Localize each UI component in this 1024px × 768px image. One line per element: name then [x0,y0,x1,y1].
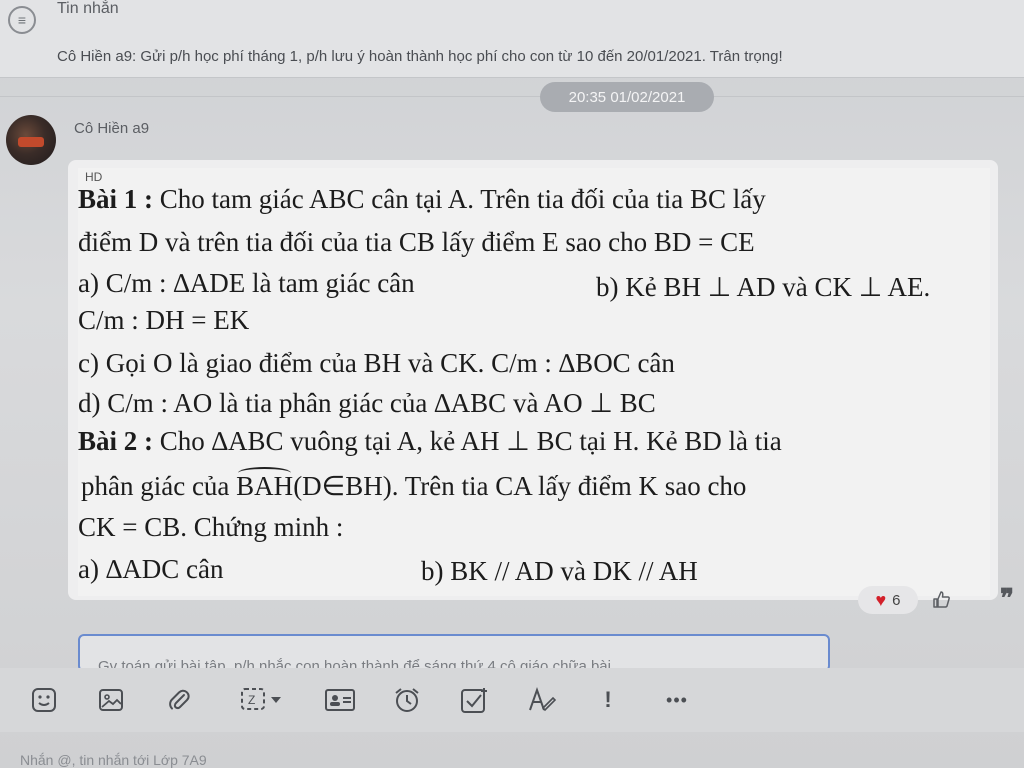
exercise-line: CK = CB. Chứng minh : [78,512,344,542]
screenshot-button[interactable]: Z [232,686,290,714]
hd-label: HD [85,170,103,184]
exercise-line: a) ∆ADC cân [78,554,224,584]
image-icon [99,689,123,711]
sender-name: Cô Hiền a9 [74,120,150,137]
heart-icon: ♥ [875,589,887,610]
chevron-down-icon [271,697,281,703]
exercise-line: phân giác của BAH(D∈BH). Trên tia CA lấy… [81,467,747,501]
exercise-line: b) Kẻ BH ⊥ AD và CK ⊥ AE. [596,272,931,302]
alarm-clock-icon [395,688,419,712]
urgent-button[interactable]: ! [600,686,616,714]
reaction-count: 6 [892,591,901,609]
exercise-text: phân giác của [81,471,237,501]
contact-card-icon [325,689,355,711]
message-image[interactable]: HD Bài 1 : Cho tam giác ABC cân tại A. T… [78,168,990,596]
pinned-message-icon: ≡ [8,6,36,34]
exercise-line: b) BK // AD và DK // AH [421,556,698,586]
exercise-line: a) C/m : ∆ADE là tam giác cân [78,268,415,298]
exercise-line: d) C/m : AO là tia phân giác của ∆ABC và… [78,388,656,418]
screenshot-icon: Z [241,688,265,710]
reply-quote-button[interactable]: ❞ [1000,586,1014,612]
exercise-line: điểm D và trên tia đối của tia CB lấy đi… [78,227,755,257]
time-divider [0,96,1024,97]
exercise-heading: Bài 1 : [78,184,154,214]
sticker-button[interactable] [30,686,58,714]
composer-toolbar [0,668,1024,732]
reminder-button[interactable] [393,686,421,714]
sticker-icon [32,688,56,712]
contact-card-button[interactable] [323,686,357,714]
task-button[interactable] [460,686,490,714]
exercise-line: c) Gọi O là giao điểm của BH và CK. C/m … [78,348,675,378]
exercise-text: Cho ∆ABC vuông tại A, kẻ AH ⊥ BC tại H. … [153,426,782,456]
message-input[interactable]: Gv toán gửi bài tập, p/h nhắc con hoàn t… [78,634,830,672]
attach-button[interactable] [165,686,193,714]
exercise-text: Cho tam giác ABC cân tại A. Trên tia đối… [153,184,766,214]
exercise-text: (D∈BH). Trên tia CA lấy điểm K sao cho [293,471,747,501]
text-format-button[interactable] [527,686,557,714]
pinned-message-banner[interactable]: ≡ Tin nhắn Cô Hiền a9: Gửi p/h học phí t… [0,0,1024,78]
exercise-line: Bài 2 : Cho ∆ABC vuông tại A, kẻ AH ⊥ BC… [78,428,782,455]
like-button[interactable] [928,586,956,614]
thumbs-up-icon [933,591,950,608]
sender-avatar[interactable] [6,115,56,165]
text-format-icon [529,686,557,712]
footer-hint: Nhắn @, tin nhắn tới Lớp 7A9 [20,752,207,768]
exercise-heading: Bài 2 : [78,426,154,456]
angle-notation: BAH [236,467,294,501]
exercise-line: Bài 1 : Cho tam giác ABC cân tại A. Trên… [78,186,766,213]
more-options-button[interactable]: ••• [660,686,694,714]
reaction-badge[interactable]: ♥ 6 [858,586,918,614]
image-button[interactable] [97,686,125,714]
task-checkbox-icon [461,688,487,713]
pinned-title: Tin nhắn [57,0,119,17]
pinned-text: Cô Hiền a9: Gửi p/h học phí tháng 1, p/h… [57,48,783,65]
timestamp-badge: 20:35 01/02/2021 [540,82,714,112]
exercise-line: C/m : DH = EK [78,305,250,335]
svg-text:Z: Z [248,693,255,707]
paperclip-icon [169,689,190,710]
